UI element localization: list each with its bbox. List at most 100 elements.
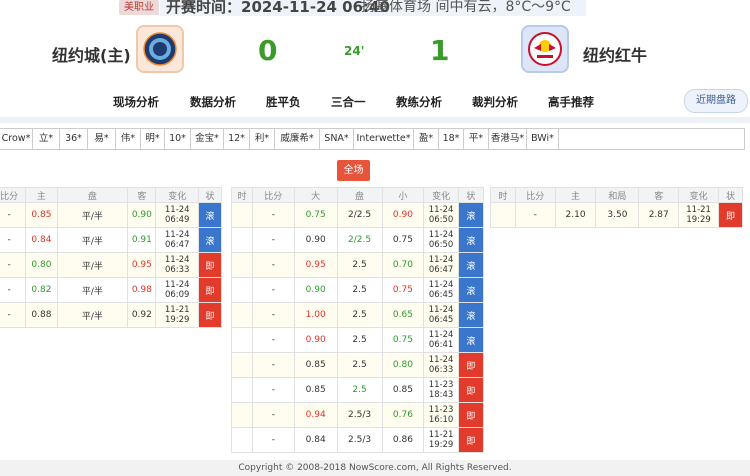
bookmaker-tab[interactable]: 利* <box>250 129 275 149</box>
bookmaker-tab[interactable]: 12* <box>224 129 250 149</box>
bookmaker-tab[interactable]: 易* <box>88 129 116 149</box>
bookmaker-tab[interactable]: 10* <box>165 129 191 149</box>
status-badge[interactable]: 即 <box>198 277 222 303</box>
under-odds-cell: 0.75 <box>381 227 425 253</box>
odds-row[interactable]: -0.90 2.5 0.75 11-24 06:41 滚 <box>231 327 485 353</box>
bookmaker-tab[interactable]: 明* <box>141 129 165 149</box>
odds-row[interactable]: -0.88 平/半 0.92 11-21 19:29 即 <box>0 302 222 328</box>
goal-line-cell: 2/2.5 <box>336 202 383 228</box>
odds-row[interactable]: -0.84 平/半 0.91 11-24 06:47 滚 <box>0 227 222 253</box>
score-cell: - <box>514 202 556 228</box>
change-clock: 06:45 <box>428 290 454 300</box>
change-time: 11-24 06:09 <box>155 277 200 303</box>
time-cell <box>231 302 253 328</box>
nav-item-data-analysis[interactable]: 数据分析 <box>190 94 236 110</box>
change-time: 11-23 18:43 <box>423 377 459 403</box>
column-header: 比分 <box>251 187 295 203</box>
fulltime-button[interactable]: 全场 <box>337 160 370 181</box>
change-clock: 06:45 <box>428 315 454 325</box>
status-badge[interactable]: 滚 <box>457 252 485 278</box>
status-badge[interactable]: 即 <box>457 352 485 378</box>
odds-row[interactable]: -0.90 2.5 0.75 11-24 06:45 滚 <box>231 277 485 303</box>
bookmaker-tab[interactable]: BWi* <box>527 129 559 149</box>
change-date: 11-24 <box>428 255 454 265</box>
status-badge[interactable]: 即 <box>198 252 222 278</box>
bookmaker-tab[interactable]: 平* <box>464 129 489 149</box>
change-date: 11-24 <box>164 205 190 215</box>
status-badge[interactable]: 即 <box>718 202 743 228</box>
bookmaker-tab[interactable]: 盈* <box>414 129 439 149</box>
bookmaker-tab[interactable]: 香港马* <box>489 129 527 149</box>
home-odds-cell: 0.82 <box>25 277 58 303</box>
bookmaker-tab[interactable]: 36* <box>60 129 88 149</box>
change-clock: 19:29 <box>428 440 454 450</box>
nav-item-expert-picks[interactable]: 高手推荐 <box>548 94 594 110</box>
goal-line-cell: 2.5 <box>336 352 383 378</box>
change-date: 11-24 <box>428 230 454 240</box>
odds-row[interactable]: -0.75 2/2.5 0.90 11-24 06:50 滚 <box>231 202 485 228</box>
away-team-logo[interactable] <box>521 25 569 73</box>
status-badge[interactable]: 即 <box>457 427 485 453</box>
bookmaker-tab[interactable]: 18* <box>439 129 464 149</box>
change-time: 11-24 06:33 <box>423 352 459 378</box>
odds-row[interactable]: -0.85 2.5 0.80 11-24 06:33 即 <box>231 352 485 378</box>
time-cell <box>231 377 253 403</box>
odds-row[interactable]: -0.85 平/半 0.90 11-24 06:49 滚 <box>0 202 222 228</box>
bookmaker-tab[interactable]: SNA* <box>320 129 354 149</box>
status-badge[interactable]: 滚 <box>198 202 222 228</box>
nav-item-referee-analysis[interactable]: 裁判分析 <box>472 94 518 110</box>
draw-odds-cell: 3.50 <box>595 202 640 228</box>
odds-row[interactable]: -0.95 2.5 0.70 11-24 06:47 滚 <box>231 252 485 278</box>
odds-row[interactable]: -0.85 2.5 0.85 11-23 18:43 即 <box>231 377 485 403</box>
odds-row[interactable]: -0.82 平/半 0.98 11-24 06:09 即 <box>0 277 222 303</box>
nav-item-live-analysis[interactable]: 现场分析 <box>113 94 159 110</box>
column-header: 变化 <box>678 187 720 203</box>
bookmaker-tab[interactable]: Interwette* <box>354 129 414 149</box>
bookmaker-tab[interactable]: 伟* <box>116 129 141 149</box>
header-bar: 美职业 开赛时间：2024-11-24 06:40 扬基体育场 间中有云，8°C… <box>0 0 750 20</box>
bookmaker-tab[interactable]: 金宝* <box>191 129 224 149</box>
recent-trend-button[interactable]: 近期盘路 <box>684 89 748 113</box>
change-clock: 16:10 <box>428 415 454 425</box>
odds-row[interactable]: -0.90 2/2.5 0.75 11-24 06:50 滚 <box>231 227 485 253</box>
change-time: 11-24 06:50 <box>423 227 459 253</box>
odds-row[interactable]: -0.80 平/半 0.95 11-24 06:33 即 <box>0 252 222 278</box>
nav-item-win-draw-lose[interactable]: 胜平负 <box>266 94 301 110</box>
change-clock: 18:43 <box>428 390 454 400</box>
handicap-line-cell: 平/半 <box>56 227 129 253</box>
status-badge[interactable]: 滚 <box>457 302 485 328</box>
odds-row[interactable]: -0.94 2.5/3 0.76 11-23 16:10 即 <box>231 402 485 428</box>
status-badge[interactable]: 滚 <box>457 327 485 353</box>
status-badge[interactable]: 即 <box>457 402 485 428</box>
under-odds-cell: 0.70 <box>381 252 425 278</box>
nav-item-coach-analysis[interactable]: 教练分析 <box>396 94 442 110</box>
odds-row[interactable]: -1.00 2.5 0.65 11-24 06:45 滚 <box>231 302 485 328</box>
bookmaker-tabs-filler <box>559 129 744 149</box>
home-team-name[interactable]: 纽约城(主) <box>52 42 131 66</box>
over-odds-cell: 0.84 <box>293 427 338 453</box>
score-cell: - <box>251 327 295 353</box>
away-team-name[interactable]: 纽约红牛 <box>583 42 647 66</box>
nav-item-three-in-one[interactable]: 三合一 <box>331 94 366 110</box>
under-odds-cell: 0.80 <box>381 352 425 378</box>
goal-line-cell: 2.5/3 <box>336 427 383 453</box>
status-badge[interactable]: 即 <box>457 377 485 403</box>
status-badge[interactable]: 滚 <box>198 227 222 253</box>
column-header: 比分 <box>0 187 27 203</box>
bookmaker-tab[interactable]: Crow* <box>0 129 33 149</box>
bookmaker-tab[interactable]: 立* <box>33 129 60 149</box>
odds-row[interactable]: -2.10 3.50 2.87 11-21 19:29 即 <box>490 202 743 228</box>
change-date: 11-23 <box>428 380 454 390</box>
status-badge[interactable]: 滚 <box>457 202 485 228</box>
status-badge[interactable]: 滚 <box>457 277 485 303</box>
status-badge[interactable]: 滚 <box>457 227 485 253</box>
bookmaker-tab[interactable]: 威廉希* <box>275 129 320 149</box>
home-team-logo[interactable] <box>136 25 184 73</box>
odds-row[interactable]: -0.84 2.5/3 0.86 11-21 19:29 即 <box>231 427 485 453</box>
goal-line-cell: 2.5 <box>336 302 383 328</box>
change-clock: 06:50 <box>428 215 454 225</box>
change-time: 11-21 19:29 <box>678 202 720 228</box>
goal-line-cell: 2.5 <box>336 252 383 278</box>
score-cell: - <box>251 252 295 278</box>
status-badge[interactable]: 即 <box>198 302 222 328</box>
